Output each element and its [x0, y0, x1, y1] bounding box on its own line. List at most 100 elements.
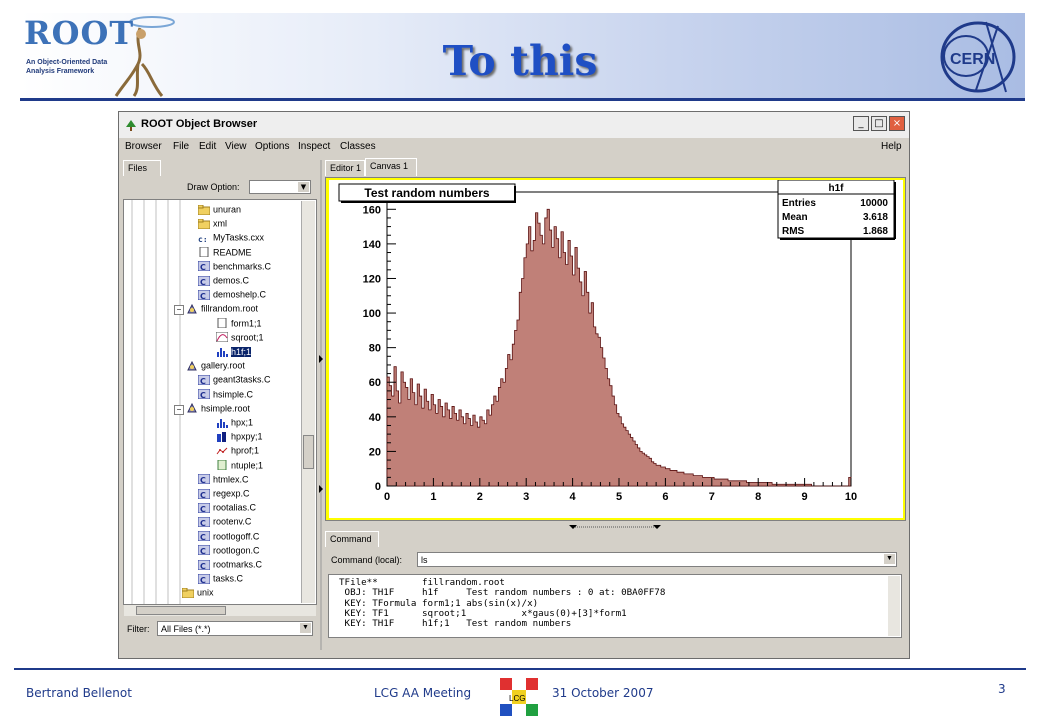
tree-item-label: unix [197, 588, 214, 599]
tree-item-gallery-root[interactable]: gallery.root [186, 360, 245, 374]
macro-icon: C [198, 275, 210, 286]
stats-value: 10000 [860, 198, 888, 209]
tree-item-readme[interactable]: README [198, 247, 252, 261]
command-value: ls [421, 555, 428, 565]
folder-icon [198, 218, 210, 229]
tree-item-hsimple-c[interactable]: Chsimple.C [198, 389, 253, 403]
stats-label: Entries [782, 198, 816, 209]
tree-item-form1-1[interactable]: form1;1 [216, 318, 262, 332]
menu-browser[interactable]: Browser [125, 141, 162, 152]
tree-collapse-toggle[interactable]: − [174, 404, 184, 415]
console-text: TFile** fillrandom.root OBJ: TH1F h1f Te… [339, 577, 666, 630]
macro-icon: C [198, 289, 210, 300]
minimize-button[interactable]: _ [853, 116, 869, 131]
tree-item-xml[interactable]: xml [198, 218, 227, 232]
menu-inspect[interactable]: Inspect [298, 141, 330, 152]
cern-logo: CERN [940, 21, 1016, 93]
canvas-1[interactable]: 0 1 2 3 4 5 6 7 8 9 10 0 20 40 60 80 100 120 140 160 Test ra… [329, 179, 903, 518]
x-tick-label: 6 [662, 491, 668, 503]
tree-item-benchmarks-c[interactable]: Cbenchmarks.C [198, 261, 271, 275]
tree-item-label: demoshelp.C [213, 289, 267, 300]
tree-item-sqroot-1[interactable]: sqroot;1 [216, 332, 264, 346]
tree-item-ntuple-1[interactable]: ntuple;1 [216, 460, 263, 474]
tree-item-demoshelp-c[interactable]: Cdemoshelp.C [198, 289, 266, 303]
maximize-button[interactable]: □ [871, 116, 887, 131]
tree-item-rootmarks-c[interactable]: Crootmarks.C [198, 559, 262, 573]
tree-item-rootenv-c[interactable]: Crootenv.C [198, 516, 251, 530]
y-tick-label: 140 [363, 239, 381, 251]
tree-item-geant3tasks-c[interactable]: Cgeant3tasks.C [198, 374, 271, 388]
tree-item-fillrandom-root[interactable]: fillrandom.root [186, 303, 258, 317]
menu-edit[interactable]: Edit [199, 141, 216, 152]
tree-item-label: htmlex.C [213, 474, 249, 485]
draw-option-select[interactable]: ▼ [249, 180, 311, 194]
tree-item-rootlogon-c[interactable]: Crootlogon.C [198, 545, 260, 559]
draw-option-label: Draw Option: [187, 182, 240, 192]
tree-item-mytasks-cxx[interactable]: c: MyTasks.cxx [198, 232, 264, 246]
tree-item-hpxpy-1[interactable]: hpxpy;1 [216, 431, 263, 445]
command-input[interactable]: ls ▼ [417, 552, 897, 567]
tree-collapse-toggle[interactable]: − [174, 305, 184, 316]
tree-item-h1f-1[interactable]: h1f;1 [216, 346, 252, 360]
tree-item-tasks-c[interactable]: Ctasks.C [198, 573, 243, 587]
histogram-chart[interactable]: 0 1 2 3 4 5 6 7 8 9 10020406080100120140160Test ra… [329, 179, 903, 518]
x-tick-label: 7 [709, 491, 715, 503]
tree-item-hpx-1[interactable]: hpx;1 [216, 417, 253, 431]
tree-item-hprof-1[interactable]: hprof;1 [216, 445, 259, 459]
root-file-icon [187, 360, 197, 371]
console-scrollbar[interactable] [888, 576, 900, 636]
close-button[interactable]: × [889, 116, 905, 131]
tree-item-unix[interactable]: unix [182, 587, 214, 601]
svg-text:C: C [200, 505, 206, 513]
scrollbar-thumb[interactable] [303, 435, 314, 469]
x-tick-label: 2 [477, 491, 483, 503]
tree-item-rootlogoff-c[interactable]: Crootlogoff.C [198, 531, 259, 545]
tree-item-regexp-c[interactable]: Cregexp.C [198, 488, 250, 502]
tab-files[interactable]: Files [123, 160, 161, 176]
horizontal-splitter[interactable] [325, 524, 906, 530]
tree-horizontal-scrollbar[interactable] [124, 605, 316, 616]
tab-editor-1[interactable]: Editor 1 [325, 160, 365, 176]
tree-item-hsimple-root[interactable]: hsimple.root [186, 403, 250, 417]
menu-view[interactable]: View [225, 141, 247, 152]
macro-icon: C [198, 389, 210, 400]
tree-item-label: fillrandom.root [201, 304, 259, 315]
svg-text:C: C [200, 576, 206, 584]
window-titlebar[interactable]: ROOT Object Browser _ □ × [119, 112, 909, 138]
tree-item-label: rootenv.C [213, 517, 252, 528]
tab-canvas-1[interactable]: Canvas 1 [365, 158, 417, 176]
vertical-splitter[interactable] [318, 160, 324, 650]
menu-options[interactable]: Options [255, 141, 289, 152]
formula-icon [217, 318, 227, 329]
menu-help[interactable]: Help [881, 141, 902, 152]
filter-select[interactable]: All Files (*.*) ▼ [157, 621, 313, 636]
tree-item-label: hprof;1 [231, 446, 260, 457]
tree-item-label: tasks.C [213, 573, 244, 584]
tree-item-label: hpx;1 [231, 417, 254, 428]
tree-item-label: rootalias.C [213, 502, 257, 513]
scrollbar-thumb[interactable] [136, 606, 226, 615]
tab-command[interactable]: Command [325, 531, 379, 547]
tree-item-label: unuran [213, 204, 242, 215]
tree-item-label: rootlogoff.C [213, 531, 260, 542]
svg-text:c:: c: [198, 235, 208, 243]
svg-text:C: C [200, 292, 206, 300]
svg-text:C: C [200, 377, 206, 385]
tree-vertical-scrollbar[interactable] [301, 201, 315, 603]
footer-date: 31 October 2007 [552, 686, 654, 700]
tree-item-demos-c[interactable]: Cdemos.C [198, 275, 249, 289]
y-tick-label: 0 [375, 481, 381, 493]
tree-item-unuran[interactable]: unuran [198, 204, 241, 218]
histogram-icon [217, 418, 228, 428]
stats-label: RMS [782, 226, 805, 237]
y-tick-label: 100 [363, 308, 381, 320]
macro-icon: C [198, 502, 210, 513]
menu-file[interactable]: File [173, 141, 189, 152]
tree-item-rootalias-c[interactable]: Crootalias.C [198, 502, 256, 516]
tree-item-label: regexp.C [213, 488, 250, 499]
macro-icon: C [198, 573, 210, 584]
stats-value: 1.868 [863, 226, 888, 237]
menu-classes[interactable]: Classes [340, 141, 376, 152]
histogram-2d-icon [217, 431, 226, 442]
tree-item-htmlex-c[interactable]: Chtmlex.C [198, 474, 249, 488]
